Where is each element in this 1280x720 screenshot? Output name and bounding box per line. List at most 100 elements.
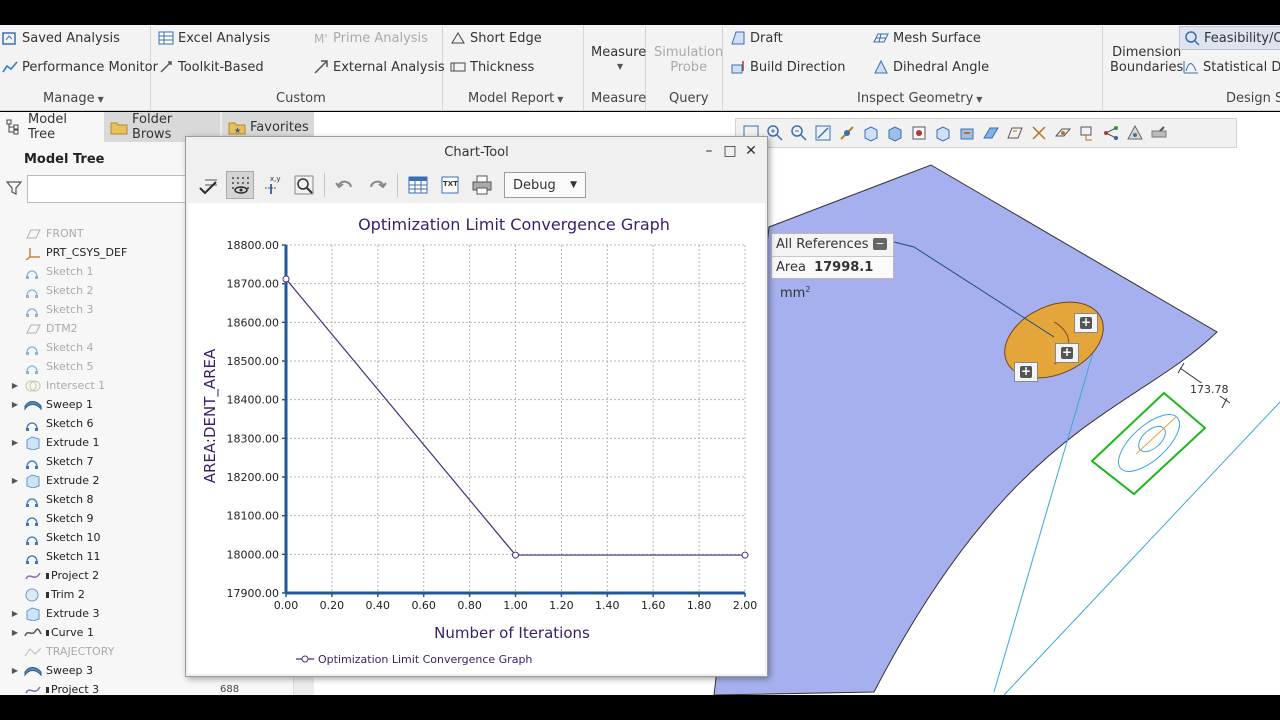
expand-arrow-icon[interactable]: ▶ <box>8 628 22 637</box>
y-tick-label: 18400.00 <box>227 394 280 407</box>
manage-group-label[interactable]: Manage ▼ <box>43 91 104 106</box>
check-list-icon[interactable] <box>194 171 222 199</box>
table-view-icon[interactable] <box>404 171 432 199</box>
model-report-group-label[interactable]: Model Report ▼ <box>468 91 563 106</box>
dimension-value[interactable]: 173.78 <box>1188 383 1231 396</box>
named-views-icon[interactable] <box>934 124 952 142</box>
thickness-label: Thickness <box>470 59 535 75</box>
tree-item-label: Sketch 2 <box>46 284 94 297</box>
data-point <box>282 275 290 283</box>
zoom-in-icon[interactable] <box>766 124 784 142</box>
tree-item[interactable]: Project 3 688 <box>0 680 293 695</box>
table-icon <box>158 30 174 46</box>
toolkit-based-button[interactable]: Toolkit-Based <box>158 59 264 75</box>
mesh-surface-button[interactable]: Mesh Surface <box>873 30 981 46</box>
expand-arrow-icon[interactable]: ▶ <box>8 609 22 618</box>
point-display-icon[interactable] <box>1054 124 1072 142</box>
tree-item-label: DTM2 <box>46 322 78 335</box>
sketch-icon <box>24 531 42 545</box>
plus-icon: + <box>1020 364 1032 378</box>
draft-button[interactable]: Draft <box>730 30 783 46</box>
sketch-icon <box>24 284 42 298</box>
performance-monitor-button[interactable]: Performance Monitor <box>2 59 158 75</box>
saved-orientations-icon[interactable] <box>910 124 928 142</box>
close-icon[interactable]: ✕ <box>742 143 760 159</box>
expand-arrow-icon[interactable]: ▶ <box>8 666 22 675</box>
maximize-icon[interactable]: □ <box>721 143 739 159</box>
feasibility-icon <box>1184 30 1200 46</box>
short-edge-button[interactable]: Short Edge <box>450 30 542 46</box>
debug-select[interactable]: Debug ▼ <box>504 172 586 198</box>
simulation-probe-label-2: Probe <box>670 60 708 75</box>
measure-callout[interactable]: All References − Area 17998.1 mm2 <box>771 233 894 301</box>
prime-analysis-button[interactable]: M' Prime Analysis <box>313 30 428 47</box>
measure-button[interactable]: Measure ▼ <box>591 45 646 71</box>
perspective-icon[interactable] <box>982 124 1000 142</box>
curve-icon <box>24 626 42 640</box>
expand-arrow-icon[interactable]: ▶ <box>8 476 22 485</box>
draft-label: Draft <box>750 30 783 46</box>
debug-select-value: Debug <box>513 177 556 193</box>
feasibility-button[interactable]: Feasibility/Op <box>1179 26 1280 50</box>
external-analysis-button[interactable]: External Analysis <box>313 59 445 75</box>
dihedral-angle-button[interactable]: Dihedral Angle <box>873 59 989 75</box>
tree-item-label: Project 2 <box>51 569 100 582</box>
reference-pin-1[interactable]: + <box>1074 313 1098 333</box>
tree-item-label: PRT_CSYS_DEF <box>46 246 128 259</box>
text-export-icon[interactable]: TXT <box>436 171 464 199</box>
data-point <box>512 551 519 559</box>
sketch-icon <box>24 360 42 374</box>
build-direction-button[interactable]: Build Direction <box>730 59 846 75</box>
xy-point-icon[interactable]: x,y <box>258 171 286 199</box>
csys-display-icon[interactable] <box>1078 124 1096 142</box>
section-icon[interactable] <box>958 124 976 142</box>
x-tick-label: 1.40 <box>595 599 620 612</box>
toolkit-icon <box>158 59 174 75</box>
short-edge-icon <box>450 30 466 46</box>
y-tick-label: 18500.00 <box>227 355 280 368</box>
excel-analysis-button[interactable]: Excel Analysis <box>158 30 270 46</box>
statistical-design-button[interactable]: Statistical De <box>1183 59 1280 75</box>
view-manager-icon[interactable] <box>862 124 880 142</box>
ribbon-group-inspect-geometry: Draft Build Direction Mesh Surface Dihed… <box>723 25 1103 110</box>
print-icon[interactable] <box>468 171 496 199</box>
reference-pin-3[interactable]: + <box>1014 362 1038 382</box>
undo-icon[interactable] <box>331 171 359 199</box>
expand-arrow-icon[interactable]: ▶ <box>8 400 22 409</box>
y-tick-label: 18800.00 <box>227 239 280 252</box>
dimension-boundaries-label-1: Dimension <box>1112 45 1182 60</box>
filter-icon[interactable] <box>5 180 23 196</box>
annotation-display-icon[interactable] <box>1102 124 1120 142</box>
tab-model-tree[interactable]: Model Tree <box>0 112 104 142</box>
dimension-boundaries-button[interactable]: Dimension Boundaries <box>1110 45 1183 75</box>
saved-analysis-button[interactable]: Saved Analysis <box>2 30 120 46</box>
x-tick-label: 2.00 <box>733 599 758 612</box>
zoom-icon[interactable] <box>290 171 318 199</box>
datum-display-icon[interactable] <box>1006 124 1024 142</box>
redo-icon[interactable] <box>363 171 391 199</box>
data-point <box>741 551 749 559</box>
active-marker-icon <box>46 591 49 598</box>
y-tick-label: 18200.00 <box>227 471 280 484</box>
zoom-out-icon[interactable] <box>790 124 808 142</box>
spin-center-toggle-icon[interactable] <box>1126 124 1144 142</box>
collapse-icon[interactable]: − <box>873 238 887 250</box>
appearance-icon[interactable] <box>1150 124 1168 142</box>
minimize-icon[interactable]: – <box>700 143 718 159</box>
reference-pin-2[interactable]: + <box>1055 343 1079 363</box>
display-style-icon[interactable] <box>886 124 904 142</box>
expand-arrow-icon[interactable]: ▶ <box>8 381 22 390</box>
grid-toggle-icon[interactable] <box>226 171 254 199</box>
chart-plot-area[interactable]: Optimization Limit Convergence Graph Num… <box>188 203 765 674</box>
plus-icon: + <box>1061 345 1073 359</box>
thickness-button[interactable]: Thickness <box>450 59 534 75</box>
tab-favorites-label: Favorites <box>250 119 309 135</box>
expand-arrow-icon[interactable]: ▶ <box>8 438 22 447</box>
spin-center-icon[interactable] <box>838 124 856 142</box>
area-label: Area <box>776 260 806 275</box>
simulation-probe-button[interactable]: Simulation Probe <box>654 45 723 75</box>
inspect-geometry-group-label[interactable]: Inspect Geometry ▼ <box>857 91 982 106</box>
tree-item-label: Sketch 9 <box>46 512 94 525</box>
axis-display-icon[interactable] <box>1030 124 1048 142</box>
repaint-icon[interactable] <box>814 124 832 142</box>
